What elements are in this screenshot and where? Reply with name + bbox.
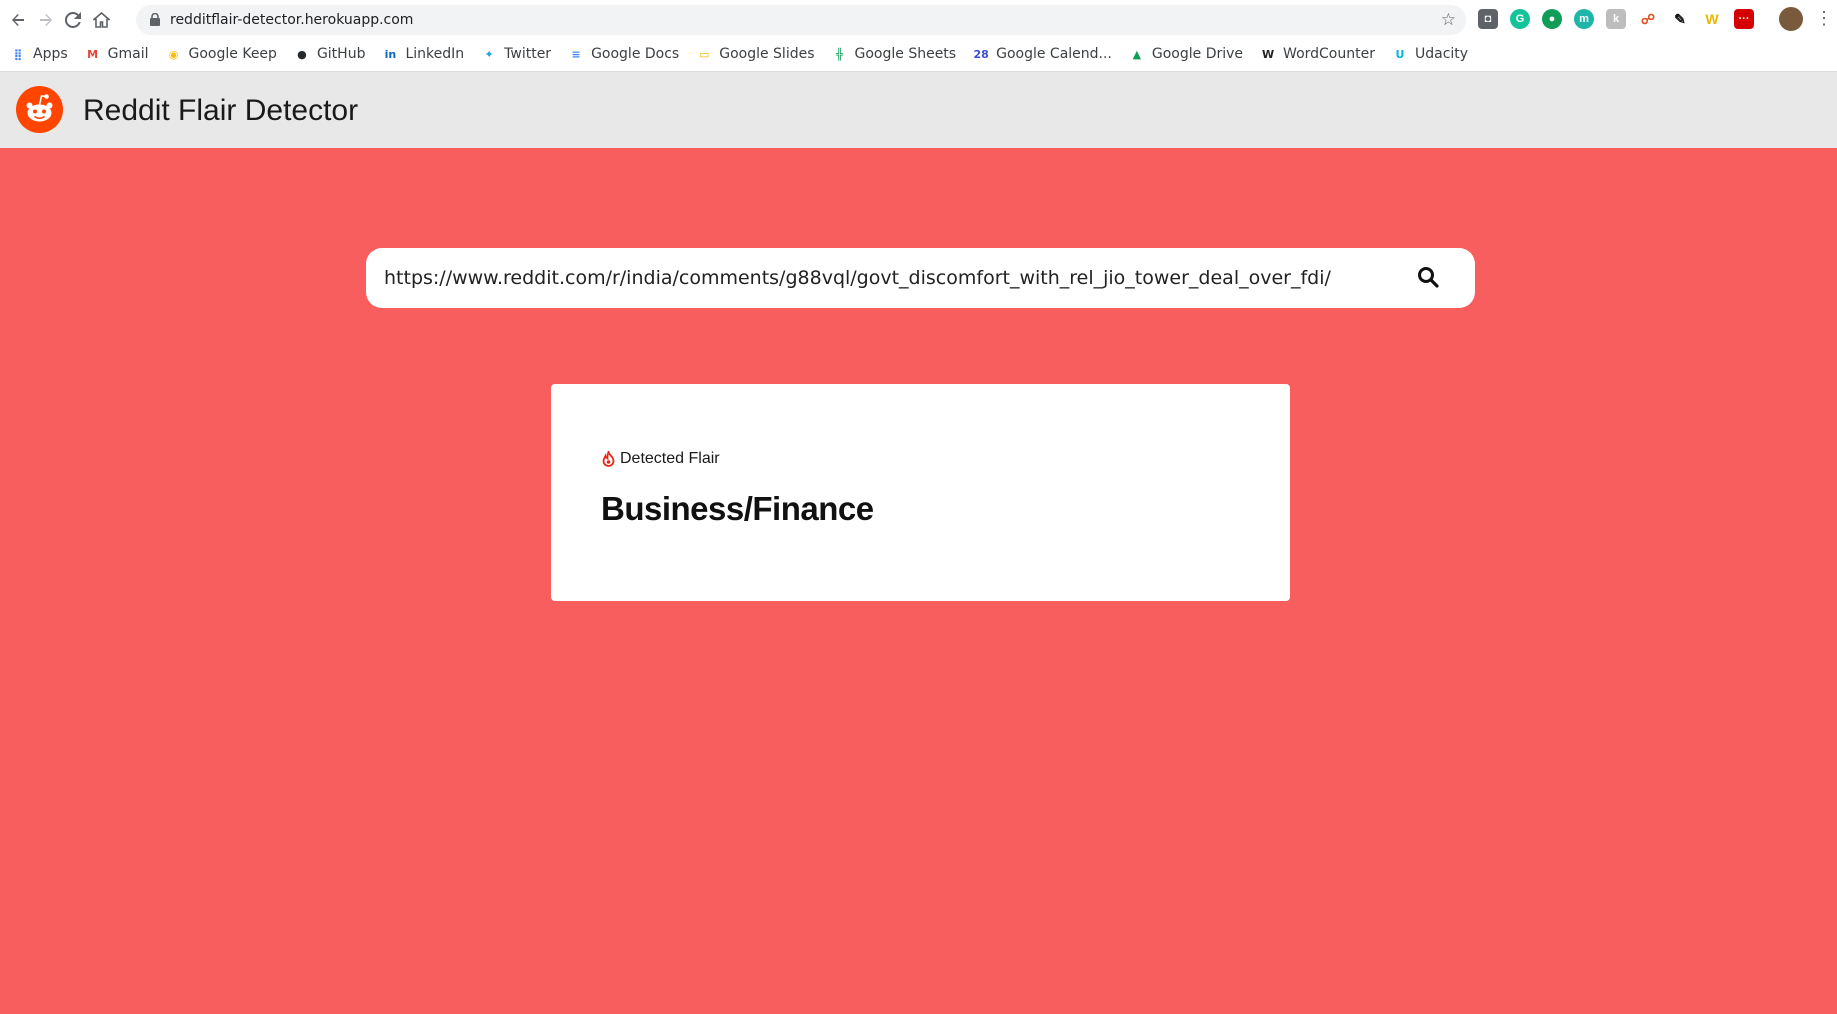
bookmark-item[interactable]: ● GitHub	[294, 46, 366, 62]
extension-m-icon[interactable]: m	[1574, 9, 1594, 29]
result-card: Detected Flair Business/Finance	[551, 384, 1290, 601]
bookmark-label: LinkedIn	[405, 46, 465, 62]
bookmark-item[interactable]: M Gmail	[85, 46, 149, 62]
bookmark-item[interactable]: ▭ Google Slides	[696, 46, 814, 62]
home-icon[interactable]	[89, 8, 113, 32]
google-docs-icon: ≡	[571, 47, 581, 61]
app-title: Reddit Flair Detector	[83, 94, 359, 127]
linkedin-icon: in	[384, 47, 397, 61]
bookmark-item[interactable]: U Udacity	[1392, 46, 1469, 62]
browser-toolbar: redditflair-detector.herokuapp.com ☆ ◘ G…	[0, 0, 1837, 72]
extension-feather-icon[interactable]: ✎	[1670, 9, 1690, 29]
github-icon: ●	[297, 47, 307, 61]
lock-icon	[150, 13, 160, 26]
wordcounter-icon: W	[1261, 47, 1275, 61]
bookmark-label: Apps	[33, 46, 68, 62]
result-label: Detected Flair	[620, 450, 720, 467]
bookmark-item[interactable]: W WordCounter	[1260, 46, 1375, 62]
bookmark-label: Google Drive	[1151, 46, 1244, 62]
app-header: Reddit Flair Detector	[0, 72, 1837, 148]
grammarly-icon[interactable]: G	[1510, 9, 1530, 29]
address-row: redditflair-detector.herokuapp.com ☆ ◘ G…	[0, 0, 1837, 40]
extension-privacy-icon[interactable]: ◘	[1478, 9, 1498, 29]
bookmark-item[interactable]: ╬ Google Sheets	[832, 46, 957, 62]
result-label-row: Detected Flair	[601, 450, 720, 468]
bookmark-label: Google Docs	[591, 46, 680, 62]
gmail-icon: M	[87, 47, 99, 61]
extension-network-icon[interactable]: ☍	[1638, 9, 1658, 29]
bookmark-item[interactable]: ✦ Twitter	[481, 46, 552, 62]
bookmark-label: Google Calend...	[996, 46, 1112, 62]
url-text: redditflair-detector.herokuapp.com	[170, 12, 414, 28]
bookmark-label: Udacity	[1414, 46, 1469, 62]
address-bar[interactable]: redditflair-detector.herokuapp.com ☆	[136, 5, 1466, 35]
bookmark-label: Google Slides	[719, 46, 815, 62]
flame-icon	[602, 451, 615, 467]
detected-flair-value: Business/Finance	[601, 490, 874, 527]
bookmark-label: Twitter	[504, 46, 552, 62]
google-slides-icon: ▭	[699, 47, 710, 61]
browser-menu-icon[interactable]: ⋮	[1815, 8, 1833, 29]
back-arrow-icon[interactable]	[6, 8, 30, 32]
profile-avatar[interactable]	[1779, 7, 1803, 31]
bookmark-star-icon[interactable]: ☆	[1441, 10, 1456, 30]
bookmark-item[interactable]: ⣿ Apps	[10, 46, 68, 62]
bookmark-label: Gmail	[107, 46, 149, 62]
reddit-url-input[interactable]	[384, 248, 1384, 308]
bookmark-label: Google Sheets	[854, 46, 957, 62]
apps-grid-icon: ⣿	[13, 47, 23, 61]
extensions-bar: ◘ G ● m k ☍ ✎ W ···	[1478, 9, 1754, 29]
twitter-icon: ✦	[484, 47, 494, 61]
search-bar	[366, 248, 1475, 308]
google-keep-icon: ◉	[168, 47, 179, 61]
udacity-icon: U	[1395, 47, 1405, 61]
bookmark-item[interactable]: in LinkedIn	[382, 46, 465, 62]
bookmark-item[interactable]: 28 Google Calend...	[973, 46, 1112, 62]
bookmark-label: Google Keep	[188, 46, 277, 62]
google-calendar-icon: 28	[973, 47, 989, 61]
bookmark-label: GitHub	[316, 46, 366, 62]
bookmark-label: WordCounter	[1283, 46, 1375, 62]
search-icon[interactable]	[1417, 266, 1441, 290]
google-sheets-icon: ╬	[836, 47, 843, 61]
extension-chat-icon[interactable]: ●	[1542, 9, 1562, 29]
reload-icon[interactable]	[61, 8, 85, 32]
google-drive-icon: ▲	[1132, 47, 1142, 61]
extension-w-icon[interactable]: W	[1702, 9, 1722, 29]
bookmark-item[interactable]: ≡ Google Docs	[568, 46, 679, 62]
bookmark-item[interactable]: ◉ Google Keep	[166, 46, 277, 62]
bookmark-item[interactable]: ▲ Google Drive	[1129, 46, 1243, 62]
extension-red-icon[interactable]: ···	[1734, 9, 1754, 29]
extension-grey-icon[interactable]: k	[1606, 9, 1626, 29]
bookmarks-bar: ⣿ Apps M Gmail ◉ Google Keep ● GitHub in LinkedIn…	[10, 42, 1485, 66]
reddit-logo-icon[interactable]	[16, 86, 63, 133]
forward-arrow-icon[interactable]	[34, 8, 58, 32]
